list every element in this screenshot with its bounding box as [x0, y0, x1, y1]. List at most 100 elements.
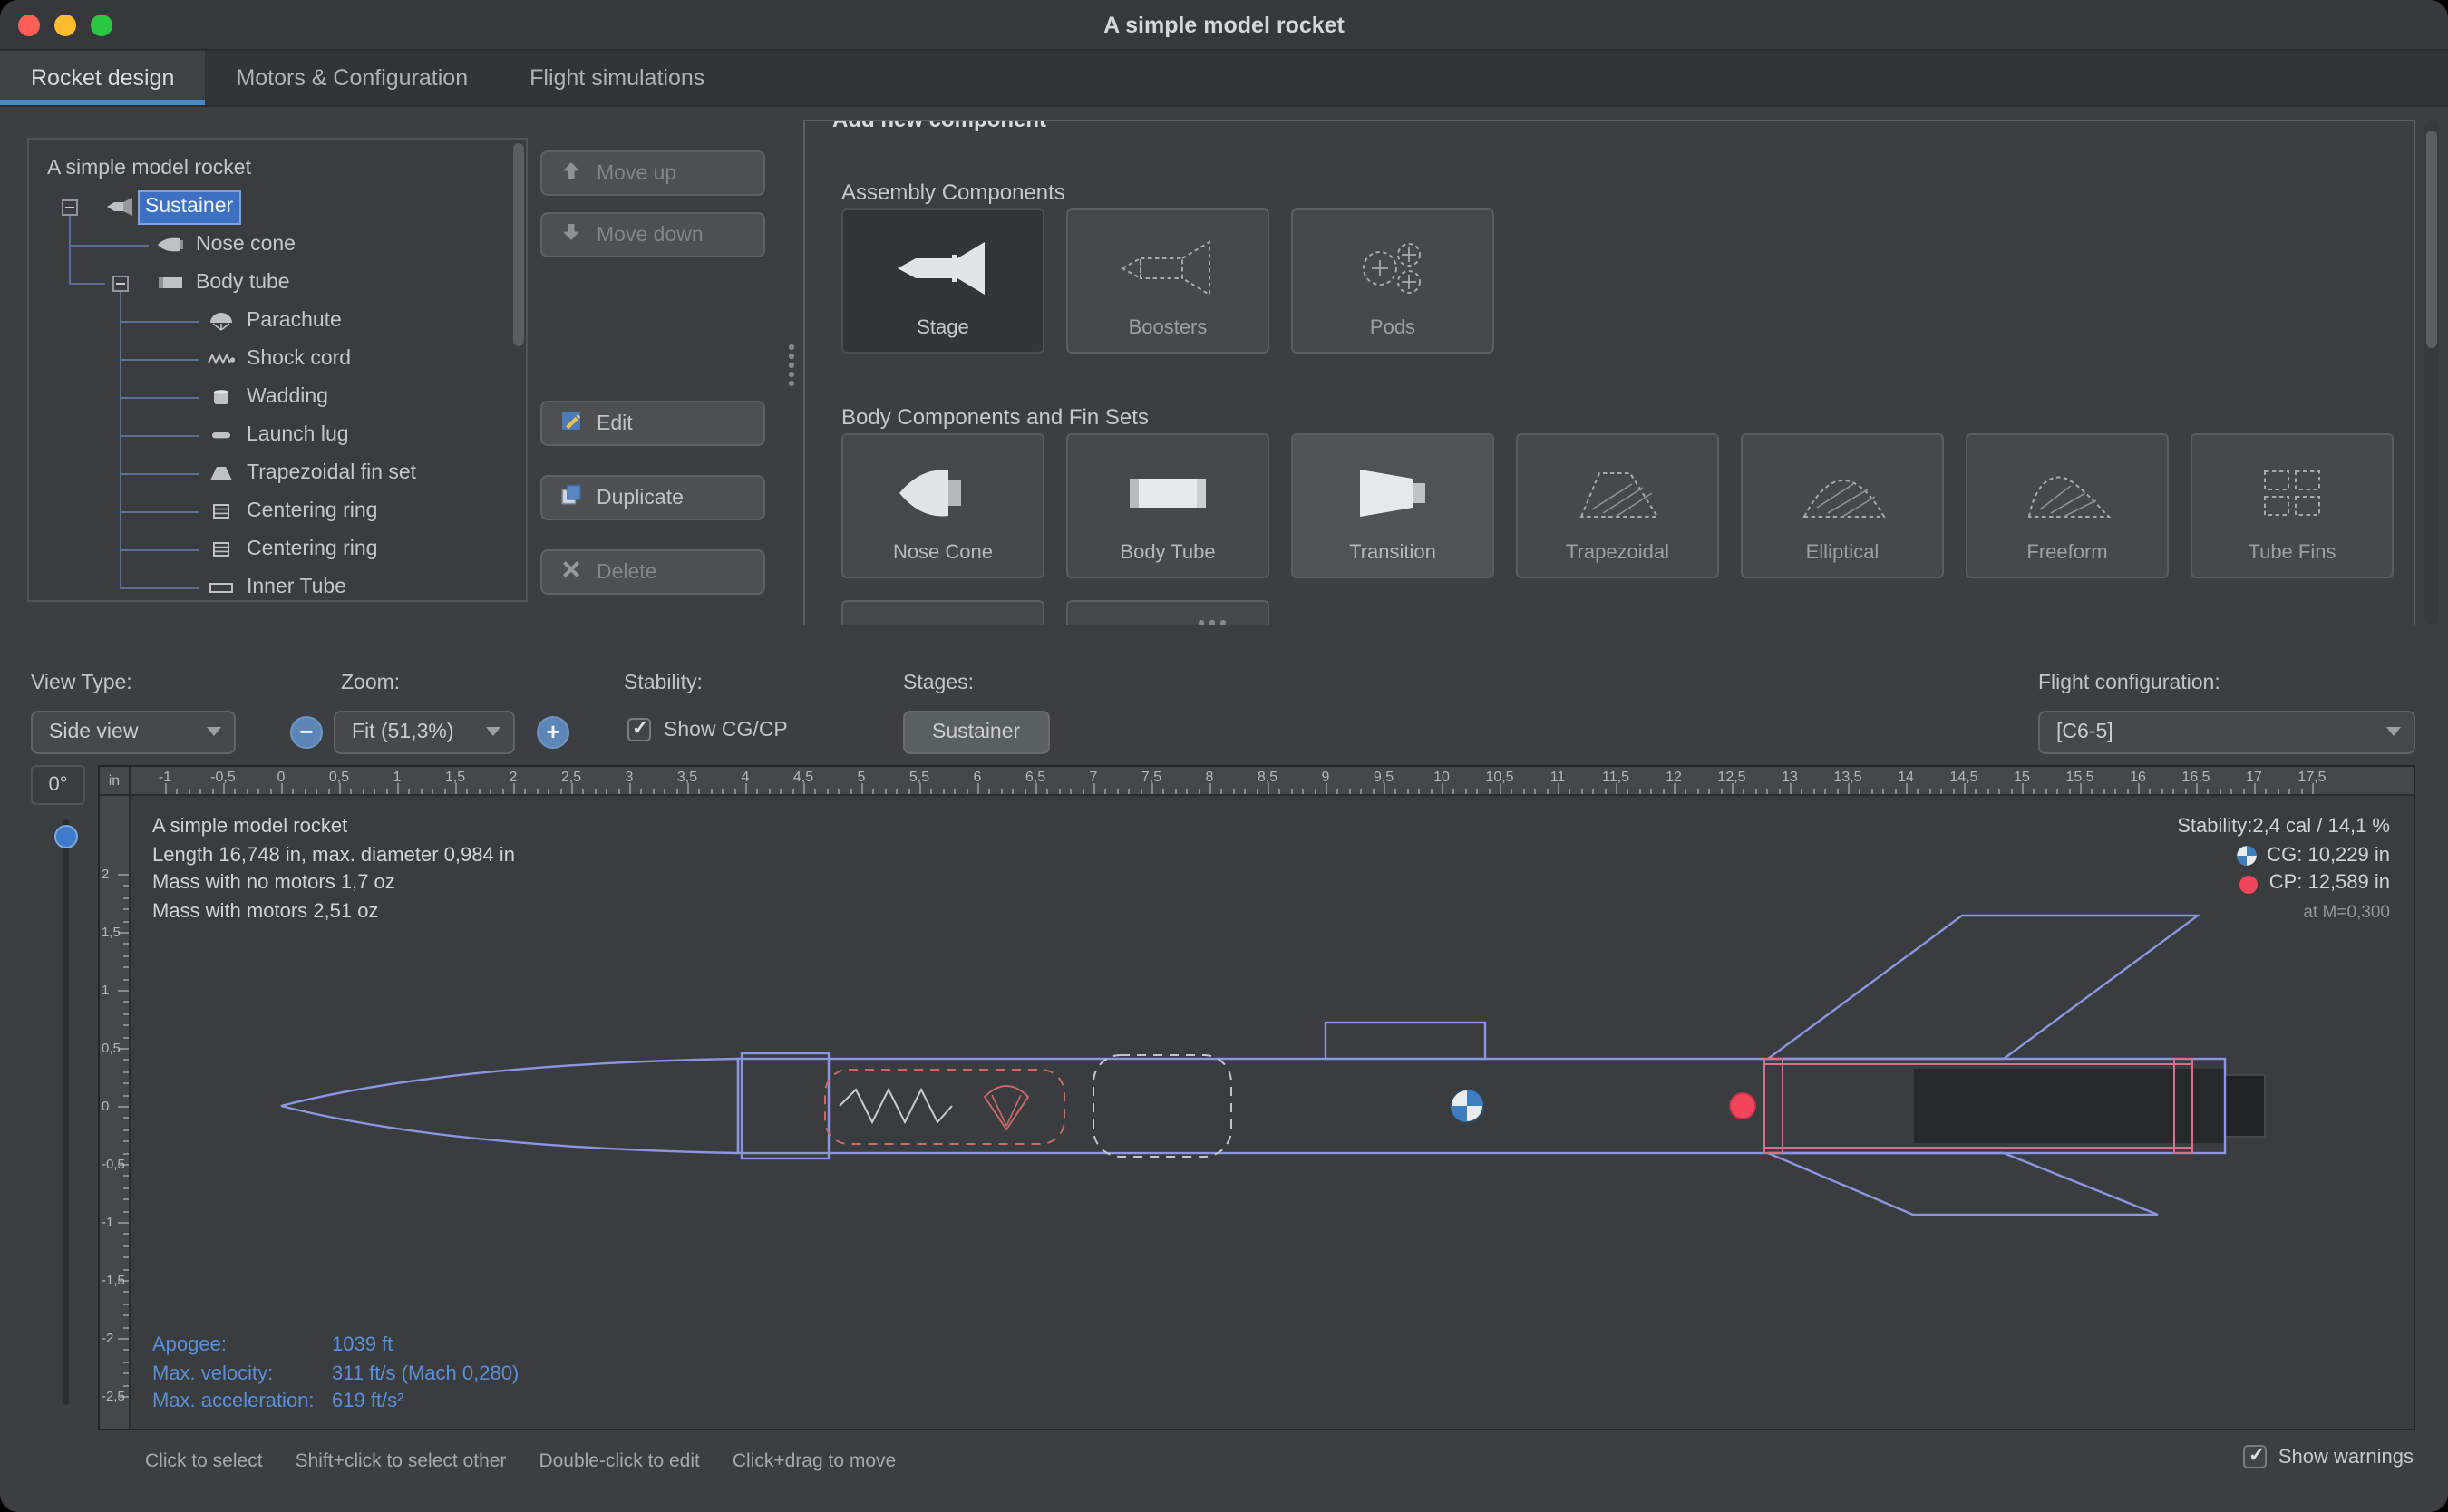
ruler-tick: [1360, 788, 1362, 794]
hint-text: Click to select: [145, 1450, 263, 1472]
tree-item-trapezoidal-fin-set[interactable]: Trapezoidal fin set: [29, 455, 511, 493]
tree-item-shock-cord[interactable]: Shock cord: [29, 341, 511, 379]
close-window-button[interactable]: [18, 15, 40, 36]
component-panel-scrollbar[interactable]: [2424, 120, 2439, 625]
component-button-elliptical[interactable]: Elliptical: [1741, 433, 1944, 578]
ruler-tick: [1001, 788, 1003, 794]
ruler-tick: [1744, 788, 1745, 794]
button-label: Move down: [597, 224, 704, 246]
move-down-button[interactable]: Move down: [540, 212, 765, 257]
rocket-icon: [105, 196, 134, 218]
tree-item-inner-tube[interactable]: Inner Tube: [29, 569, 511, 602]
tree-item-label: Body tube: [190, 268, 296, 299]
ruler-tick: [122, 1256, 129, 1258]
tree-guide-line: [121, 435, 199, 437]
delete-button[interactable]: Delete: [540, 549, 765, 595]
show-cgcp-control[interactable]: Show CG/CP: [627, 718, 788, 741]
component-button-freeform[interactable]: Freeform: [1966, 433, 2169, 578]
ruler-label: 16: [2130, 769, 2146, 785]
component-button-trapezoidal[interactable]: Trapezoidal: [1516, 433, 1719, 578]
ruler-tick: [931, 788, 933, 794]
ruler-tick: [1302, 788, 1304, 794]
main-tabbar: Rocket designMotors & ConfigurationFligh…: [0, 51, 2448, 107]
rocket-view-canvas[interactable]: in -1-0,500,511,522,533,544,555,566,577,…: [98, 765, 2415, 1430]
ruler-tick: [1407, 788, 1409, 794]
tab-flight-simulations[interactable]: Flight simulations: [499, 51, 735, 105]
ruler-label: 12,5: [1717, 769, 1745, 785]
component-button-nose-cone[interactable]: Nose Cone: [841, 433, 1044, 578]
ruler-tick: [122, 1176, 129, 1178]
component-button-body-tube[interactable]: Body Tube: [1066, 433, 1269, 578]
ruler-tick: [1221, 788, 1223, 794]
tree-expander-icon[interactable]: [62, 199, 78, 216]
pods-icon: [1342, 210, 1443, 317]
tree-item-a-simple-model-rocket[interactable]: A simple model rocket: [29, 150, 511, 189]
statusbar-hints: Click to selectShift+click to select oth…: [145, 1450, 896, 1472]
zoom-out-button[interactable]: −: [290, 716, 323, 749]
ruler-tick: [122, 1314, 129, 1316]
tree-item-sustainer[interactable]: Sustainer: [29, 189, 511, 227]
tree-item-wadding[interactable]: Wadding: [29, 379, 511, 417]
show-warnings-control[interactable]: Show warnings: [2244, 1445, 2414, 1468]
tree-scrollbar-thumb[interactable]: [513, 143, 524, 346]
component-button-tube-fins[interactable]: Tube Fins: [2191, 433, 2394, 578]
tab-motors-configuration[interactable]: Motors & Configuration: [205, 51, 499, 105]
component-button-transition[interactable]: Transition: [1291, 433, 1494, 578]
tab-rocket-design[interactable]: Rocket design: [0, 51, 205, 105]
move-up-button[interactable]: Move up: [540, 150, 765, 196]
minimize-window-button[interactable]: [54, 15, 76, 36]
view-type-select[interactable]: Side view: [31, 711, 236, 754]
component-button-stage[interactable]: Stage: [841, 208, 1044, 354]
edit-button[interactable]: Edit: [540, 401, 765, 446]
stage-toggle-sustainer[interactable]: Sustainer: [903, 711, 1049, 754]
duplicate-button[interactable]: Duplicate: [540, 475, 765, 520]
inner-tube-icon: [207, 577, 236, 598]
component-button-clipped[interactable]: [1066, 600, 1269, 625]
zoom-window-button[interactable]: [91, 15, 112, 36]
ruler-label: 8,5: [1258, 769, 1277, 785]
ruler-tick: [943, 788, 945, 794]
body-tube-icon: [156, 272, 185, 294]
component-button-clipped[interactable]: [841, 600, 1044, 625]
component-panel-scrollbar-thumb[interactable]: [2426, 131, 2437, 348]
ruler-tick: [1244, 788, 1246, 794]
ruler-tick: [1047, 788, 1049, 794]
ruler-tick: [2045, 788, 2047, 794]
ruler-tick: [583, 788, 585, 794]
ruler-tick: [2184, 788, 2186, 794]
tree-item-centering-ring[interactable]: Centering ring: [29, 531, 511, 569]
ruler-tick: [792, 788, 793, 794]
component-button-pods[interactable]: Pods: [1291, 208, 1494, 354]
ruler-tick: [122, 1326, 129, 1328]
tree-item-label: Centering ring: [241, 535, 383, 566]
ruler-unit: in: [100, 767, 131, 796]
show-cgcp-checkbox[interactable]: [627, 718, 651, 741]
ruler-tick: [595, 788, 597, 794]
panel-splitter-handle[interactable]: [789, 344, 793, 385]
ruler-tick: [122, 1362, 129, 1363]
zoom-select[interactable]: Fit (51,3%): [334, 711, 515, 754]
ruler-label: -2: [102, 1330, 113, 1346]
ruler-label: 3,5: [677, 769, 697, 785]
ruler-tick: [1523, 788, 1525, 794]
ruler-tick: [122, 966, 129, 968]
component-button-boosters[interactable]: Boosters: [1066, 208, 1269, 354]
ruler-label: -0,5: [102, 1156, 125, 1172]
tree-expander-icon[interactable]: [112, 276, 129, 292]
tree-item-parachute[interactable]: Parachute: [29, 303, 511, 341]
ruler-tick: [1453, 788, 1455, 794]
tree-item-label: Inner Tube: [241, 573, 352, 602]
show-warnings-label: Show warnings: [2278, 1446, 2414, 1468]
rotation-slider-track[interactable]: [63, 819, 69, 1405]
ruler-tick: [432, 788, 433, 794]
zoom-in-button[interactable]: +: [537, 716, 569, 749]
tree-item-launch-lug[interactable]: Launch lug: [29, 417, 511, 455]
rotation-slider-thumb[interactable]: [54, 825, 78, 848]
tree-item-centering-ring[interactable]: Centering ring: [29, 493, 511, 531]
horizontal-splitter-handle[interactable]: [1199, 620, 1225, 625]
show-warnings-checkbox[interactable]: [2244, 1445, 2268, 1468]
ruler-tick: [1987, 788, 1989, 794]
flight-configuration-select[interactable]: [C6-5]: [2038, 711, 2415, 754]
ruler-label: -2,5: [102, 1388, 125, 1404]
ruler-tick: [2266, 788, 2268, 794]
